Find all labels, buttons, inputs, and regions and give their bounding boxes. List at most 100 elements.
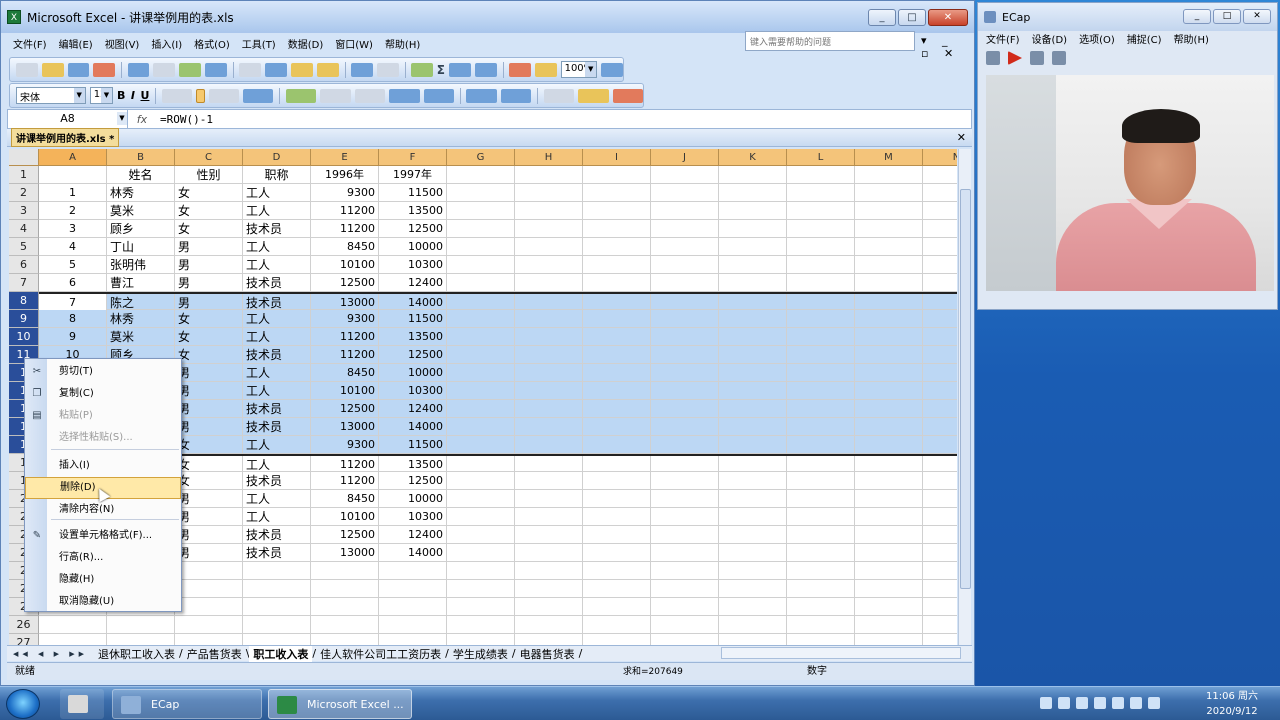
table-cell[interactable] bbox=[855, 310, 923, 328]
decrease-indent-icon[interactable] bbox=[466, 88, 497, 103]
row-header[interactable]: 2 bbox=[9, 184, 39, 202]
column-header[interactable]: I bbox=[583, 149, 651, 166]
table-cell[interactable] bbox=[447, 220, 515, 238]
align-center-icon[interactable] bbox=[196, 88, 205, 103]
table-row[interactable]: 5 张明伟男工人 10100 10300 bbox=[39, 256, 957, 274]
table-cell[interactable] bbox=[651, 634, 719, 645]
table-cell[interactable] bbox=[311, 580, 379, 598]
merge-center-icon[interactable] bbox=[243, 88, 274, 103]
table-cell[interactable] bbox=[923, 526, 957, 544]
table-cell[interactable] bbox=[855, 400, 923, 418]
table-cell[interactable]: 女 bbox=[175, 346, 243, 364]
table-cell[interactable] bbox=[787, 562, 855, 580]
table-cell[interactable]: 男 bbox=[175, 238, 243, 256]
table-cell[interactable]: 姓名 bbox=[107, 166, 175, 184]
column-header[interactable]: E bbox=[311, 149, 379, 166]
table-cell[interactable] bbox=[719, 202, 787, 220]
table-cell[interactable]: 8450 bbox=[311, 490, 379, 508]
table-cell[interactable]: 5 bbox=[39, 256, 107, 274]
tray-arrow-icon[interactable] bbox=[1040, 697, 1052, 709]
new-icon[interactable] bbox=[16, 62, 38, 77]
table-cell[interactable] bbox=[447, 418, 515, 436]
table-cell[interactable]: 男 bbox=[175, 526, 243, 544]
sheet-tab[interactable]: 产品售货表 bbox=[183, 646, 246, 662]
table-cell[interactable] bbox=[923, 562, 957, 580]
align-left-icon[interactable] bbox=[161, 88, 193, 103]
research-icon[interactable] bbox=[205, 62, 227, 77]
table-cell[interactable] bbox=[719, 220, 787, 238]
table-cell[interactable] bbox=[175, 562, 243, 580]
table-cell[interactable]: 14000 bbox=[379, 418, 447, 436]
table-cell[interactable]: 女 bbox=[175, 436, 243, 454]
table-cell[interactable]: 工人 bbox=[243, 508, 311, 526]
table-cell[interactable] bbox=[447, 544, 515, 562]
column-header[interactable]: N bbox=[923, 149, 957, 166]
table-cell[interactable] bbox=[311, 634, 379, 645]
table-cell[interactable]: 14000 bbox=[379, 544, 447, 562]
table-cell[interactable] bbox=[787, 526, 855, 544]
table-cell[interactable]: 9300 bbox=[311, 310, 379, 328]
formula-input[interactable]: =ROW()-1 bbox=[156, 113, 213, 126]
table-cell[interactable] bbox=[515, 580, 583, 598]
snapshot-icon[interactable] bbox=[1052, 51, 1066, 65]
table-cell[interactable] bbox=[651, 508, 719, 526]
table-cell[interactable]: 工人 bbox=[243, 256, 311, 274]
context-menu-item[interactable]: 插入(I) bbox=[25, 455, 181, 477]
table-cell[interactable] bbox=[855, 526, 923, 544]
table-cell[interactable] bbox=[583, 436, 651, 454]
print-icon[interactable] bbox=[127, 62, 150, 77]
column-header[interactable]: F bbox=[379, 149, 447, 166]
bold-button[interactable]: B bbox=[117, 89, 125, 102]
table-cell[interactable] bbox=[107, 634, 175, 645]
context-menu-item[interactable]: ❐ 复制(C) bbox=[25, 383, 181, 405]
table-cell[interactable] bbox=[855, 328, 923, 346]
table-cell[interactable] bbox=[447, 472, 515, 490]
table-cell[interactable]: 10300 bbox=[379, 256, 447, 274]
table-cell[interactable] bbox=[379, 562, 447, 580]
table-cell[interactable] bbox=[651, 256, 719, 274]
undo-icon[interactable] bbox=[350, 62, 373, 77]
table-cell[interactable] bbox=[719, 166, 787, 184]
table-cell[interactable] bbox=[515, 544, 583, 562]
table-cell[interactable] bbox=[515, 400, 583, 418]
table-cell[interactable] bbox=[651, 166, 719, 184]
table-cell[interactable] bbox=[855, 472, 923, 490]
table-cell[interactable]: 12500 bbox=[379, 472, 447, 490]
horizontal-scrollbar[interactable] bbox=[721, 647, 961, 659]
table-cell[interactable] bbox=[719, 580, 787, 598]
table-cell[interactable] bbox=[515, 184, 583, 202]
drawing-icon[interactable] bbox=[534, 62, 557, 77]
table-cell[interactable] bbox=[651, 418, 719, 436]
menu-edit[interactable]: 编辑(E) bbox=[53, 36, 99, 51]
table-cell[interactable] bbox=[379, 598, 447, 616]
table-cell[interactable] bbox=[175, 634, 243, 645]
table-cell[interactable] bbox=[923, 616, 957, 634]
table-cell[interactable]: 丁山 bbox=[107, 238, 175, 256]
table-cell[interactable]: 技术员 bbox=[243, 220, 311, 238]
table-cell[interactable]: 技术员 bbox=[243, 346, 311, 364]
table-cell[interactable] bbox=[923, 220, 957, 238]
table-cell[interactable] bbox=[515, 310, 583, 328]
table-cell[interactable]: 技术员 bbox=[243, 274, 311, 292]
table-cell[interactable] bbox=[515, 328, 583, 346]
font-size-select[interactable]: 12 ▼ bbox=[89, 87, 113, 104]
table-cell[interactable] bbox=[855, 274, 923, 292]
context-menu-item[interactable]: 隐藏(H) bbox=[25, 569, 181, 591]
menu-help[interactable]: 帮助(H) bbox=[379, 36, 426, 51]
table-cell[interactable] bbox=[515, 256, 583, 274]
table-cell[interactable]: 13500 bbox=[379, 202, 447, 220]
ecap-title-bar[interactable]: ECap _ □ ✕ bbox=[978, 3, 1277, 31]
table-cell[interactable] bbox=[855, 166, 923, 184]
table-cell[interactable] bbox=[923, 184, 957, 202]
table-cell[interactable] bbox=[923, 202, 957, 220]
camera-icon[interactable] bbox=[986, 51, 1000, 65]
table-cell[interactable]: 技术员 bbox=[243, 418, 311, 436]
table-cell[interactable]: 女 bbox=[175, 472, 243, 490]
table-cell[interactable] bbox=[855, 436, 923, 454]
table-cell[interactable] bbox=[923, 508, 957, 526]
row-header[interactable]: 5 bbox=[9, 238, 39, 256]
maximize-button[interactable]: □ bbox=[898, 9, 926, 26]
table-cell[interactable]: 12500 bbox=[311, 400, 379, 418]
table-cell[interactable]: 男 bbox=[175, 490, 243, 508]
table-cell[interactable] bbox=[583, 616, 651, 634]
